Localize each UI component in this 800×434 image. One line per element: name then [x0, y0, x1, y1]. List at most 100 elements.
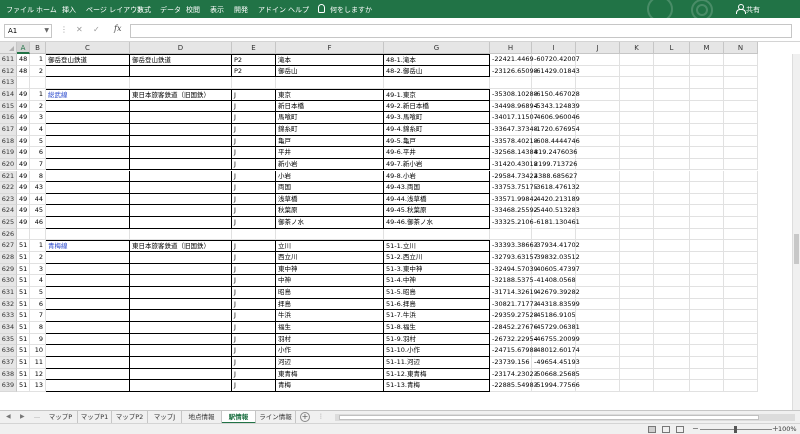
cell-h[interactable]: -33325.2106 [490, 217, 534, 229]
cell-b[interactable]: 12 [30, 368, 46, 381]
cell-k[interactable] [620, 217, 654, 229]
cell-i[interactable]: -50668.25685 [532, 368, 580, 381]
cell-i[interactable]: -5440.513283 [532, 205, 580, 218]
cell-d[interactable] [130, 205, 232, 218]
cell-f[interactable]: 東中神 [276, 263, 384, 276]
cell-f[interactable]: 滝本 [276, 54, 384, 66]
cell-n[interactable] [724, 112, 758, 124]
cell-e[interactable]: P2 [232, 65, 276, 78]
cell-b[interactable]: 10 [30, 345, 46, 357]
cell-n[interactable] [724, 217, 758, 229]
cell-d[interactable] [130, 368, 232, 381]
cell-m[interactable] [690, 147, 724, 159]
cell-m[interactable] [690, 298, 724, 311]
cell-n[interactable] [724, 77, 758, 89]
cell-n[interactable] [724, 310, 758, 322]
cell-e[interactable] [232, 228, 276, 241]
cell-c[interactable] [46, 147, 130, 159]
cell-c[interactable] [46, 123, 130, 136]
cell-a[interactable]: 49 [17, 100, 30, 113]
column-header[interactable]: D [130, 42, 232, 54]
tab-file[interactable]: ファイル [6, 5, 34, 15]
cell-f[interactable]: 小作 [276, 345, 384, 357]
cell-k[interactable] [620, 182, 654, 194]
cell-a[interactable]: 49 [17, 170, 30, 183]
cell-f[interactable]: 新小岩 [276, 158, 384, 171]
cell-n[interactable] [724, 356, 758, 369]
cell-l[interactable] [654, 112, 690, 124]
cell-e[interactable]: J [232, 287, 276, 299]
cell-e[interactable]: J [232, 182, 276, 194]
cell-l[interactable] [654, 135, 690, 148]
cell-d[interactable] [130, 135, 232, 148]
cell-b[interactable]: 5 [30, 287, 46, 299]
row-header[interactable]: 639 [0, 380, 17, 392]
cell-e[interactable]: J [232, 263, 276, 276]
cell-g[interactable]: 49-43.両国 [384, 182, 490, 194]
cell-c[interactable] [46, 333, 130, 346]
cell-k[interactable] [620, 333, 654, 346]
cell-b[interactable]: 3 [30, 263, 46, 276]
column-header[interactable]: N [724, 42, 758, 54]
cell-h[interactable] [490, 77, 532, 89]
cell-h[interactable]: -32494.57039 [490, 263, 538, 276]
cell-d[interactable] [130, 275, 232, 287]
vertical-scrollbar[interactable] [792, 54, 800, 410]
cell-e[interactable]: J [232, 275, 276, 287]
row-header[interactable]: 625 [0, 217, 17, 229]
cell-f[interactable] [276, 228, 384, 241]
cell-g[interactable]: 49-44.浅草橋 [384, 193, 490, 206]
cell-g[interactable]: 51-9.羽村 [384, 333, 490, 346]
cell-d[interactable] [130, 345, 232, 357]
cell-f[interactable]: 錦糸町 [276, 123, 384, 136]
cell-l[interactable] [654, 263, 690, 276]
cell-m[interactable] [690, 205, 724, 218]
cell-a[interactable]: 51 [17, 368, 30, 381]
row-header[interactable]: 637 [0, 356, 17, 369]
cell-b[interactable]: 11 [30, 356, 46, 369]
cell-c[interactable] [46, 228, 130, 241]
cell-a[interactable]: 51 [17, 333, 30, 346]
cell-b[interactable]: 45 [30, 205, 46, 218]
cell-b[interactable]: 7 [30, 310, 46, 322]
column-header[interactable]: C [46, 42, 130, 54]
cell-n[interactable] [724, 333, 758, 346]
cell-f[interactable]: 河辺 [276, 356, 384, 369]
row-header[interactable]: 623 [0, 193, 17, 206]
tab-options-icon[interactable]: ⋮ [318, 413, 324, 420]
cell-m[interactable] [690, 182, 724, 194]
cell-b[interactable]: 2 [30, 65, 46, 78]
row-header[interactable]: 632 [0, 298, 17, 311]
cell-j[interactable] [576, 123, 620, 136]
scroll-thumb[interactable] [794, 234, 799, 264]
horizontal-scrollbar[interactable] [335, 414, 795, 421]
cell-b[interactable]: 4 [30, 275, 46, 287]
cell-m[interactable] [690, 193, 724, 206]
cell-i[interactable]: -46755.20099 [532, 333, 580, 346]
cell-b[interactable]: 6 [30, 147, 46, 159]
cell-m[interactable] [690, 65, 724, 78]
more-sheets-icon[interactable]: … [34, 413, 40, 420]
cell-h[interactable]: -32188.5375 [490, 275, 534, 287]
cell-g[interactable]: 49-5.亀戸 [384, 135, 490, 148]
cell-b[interactable]: 13 [30, 380, 46, 392]
cell-a[interactable]: 51 [17, 345, 30, 357]
prev-sheet-icon[interactable]: ◀ [6, 413, 11, 420]
cell-d[interactable] [130, 217, 232, 229]
next-sheet-icon[interactable]: ▶ [20, 413, 25, 420]
cell-n[interactable] [724, 100, 758, 113]
row-header[interactable]: 618 [0, 135, 17, 148]
cell-n[interactable] [724, 275, 758, 287]
cell-m[interactable] [690, 240, 724, 253]
cell-d[interactable]: 御岳登山鉄道 [130, 54, 232, 66]
cell-f[interactable]: 東青梅 [276, 368, 384, 381]
cell-m[interactable] [690, 321, 724, 334]
cell-f[interactable]: 牛浜 [276, 310, 384, 322]
cell-d[interactable] [130, 310, 232, 322]
normal-view-icon[interactable] [648, 426, 656, 433]
cell-d[interactable] [130, 263, 232, 276]
cell-h[interactable]: -32793.63157 [490, 252, 538, 264]
cell-c[interactable] [46, 275, 130, 287]
zoom-level[interactable]: 100% [778, 425, 797, 433]
row-header[interactable]: 616 [0, 112, 17, 124]
